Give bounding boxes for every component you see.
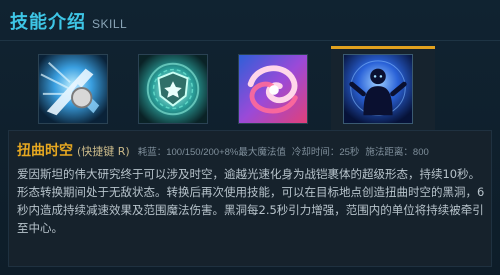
shield-star-icon bbox=[139, 55, 207, 123]
skill-stats: 耗蓝：100/150/200+8%最大魔法值 冷却时间：25秒 施法距离：800 bbox=[138, 144, 429, 158]
skill-slot-3[interactable] bbox=[238, 54, 308, 124]
skill-detail-header: 扭曲时空 (快捷键 R) 耗蓝：100/150/200+8%最大魔法值 冷却时间… bbox=[17, 140, 487, 160]
section-title: 技能介绍 bbox=[10, 12, 86, 33]
selected-skill-indicator bbox=[331, 46, 435, 49]
mana-cost: 耗蓝：100/150/200+8%最大魔法值 bbox=[137, 147, 286, 158]
silhouette-burst-icon bbox=[344, 55, 412, 123]
header-divider bbox=[0, 40, 500, 41]
cast-range: 施法距离：800 bbox=[365, 147, 429, 158]
skill-detail-box: 扭曲时空 (快捷键 R) 耗蓝：100/150/200+8%最大魔法值 冷却时间… bbox=[8, 130, 492, 267]
swirl-vortex-icon bbox=[239, 55, 307, 123]
cooldown: 冷却时间：25秒 bbox=[291, 147, 360, 158]
section-header: 技能介绍 SKILL bbox=[10, 8, 127, 36]
skill-hotkey: (快捷键 R) bbox=[77, 145, 130, 158]
blade-impact-icon bbox=[39, 55, 107, 123]
skill-slot-4[interactable] bbox=[343, 54, 413, 124]
skill-slot-1[interactable] bbox=[38, 54, 108, 124]
skill-description: 爱因斯坦的伟大研究终于可以涉及时空，逾越光速化身为战铠裹体的超级形态，持续10秒… bbox=[17, 167, 485, 235]
skill-slot-2[interactable] bbox=[138, 54, 208, 124]
skill-name: 扭曲时空 bbox=[17, 143, 73, 159]
section-subtitle: SKILL bbox=[92, 17, 128, 31]
skill-panel: 技能介绍 SKILL 扭曲时空 (快捷键 R) 耗蓝：100/150/200+8… bbox=[0, 0, 500, 275]
